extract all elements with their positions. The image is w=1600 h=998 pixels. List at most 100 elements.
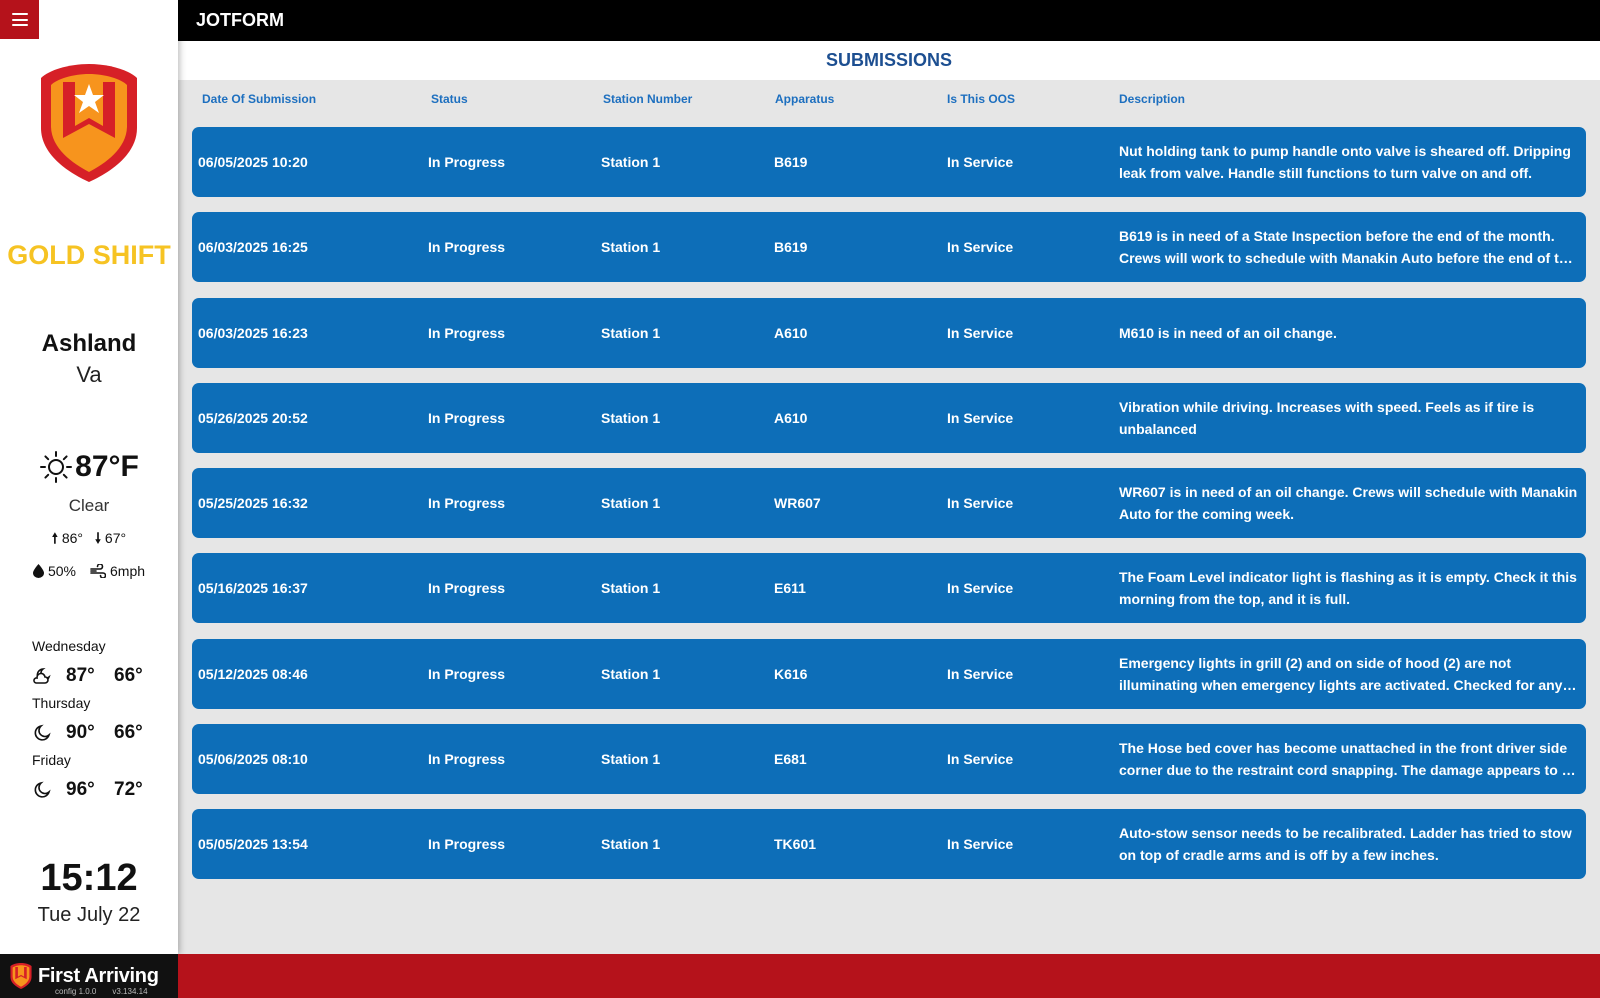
cell-description: B619 is in need of a State Inspection be…	[1119, 212, 1579, 282]
brand-name: First Arriving	[38, 964, 159, 987]
cell-description: Auto-stow sensor needs to be recalibrate…	[1119, 809, 1579, 879]
cell-status: In Progress	[428, 239, 506, 256]
description-text: Auto-stow sensor needs to be recalibrate…	[1119, 825, 1572, 864]
cell-oos: In Service	[947, 495, 1014, 512]
cell-date: 05/26/2025 20:52	[198, 409, 308, 426]
current-temperature: 87°F	[75, 450, 139, 483]
description-text: The Foam Level indicator light is flashi…	[1119, 569, 1577, 608]
cell-station: Station 1	[601, 154, 661, 170]
humidity-wind: 50% 6mph	[0, 563, 178, 579]
table-row[interactable]: 06/03/2025 16:23 In Progress Station 1 A610…	[192, 297, 1586, 368]
cell-status: In Progress	[428, 665, 506, 682]
moon-icon	[34, 781, 51, 798]
cell-date: 05/06/2025 08:10	[198, 751, 308, 768]
table-row[interactable]: 06/05/2025 10:20 In Progress Station 1 B619…	[192, 127, 1586, 197]
partly-cloudy-night-icon	[33, 667, 51, 684]
cell-station: Station 1	[601, 580, 661, 597]
table-row[interactable]: 05/12/2025 08:46 In Progress Station 1 K616…	[192, 638, 1586, 709]
cell-apparatus: TK601	[774, 836, 817, 853]
description-text: WR607 is in need of an oil change. Crews…	[1119, 484, 1578, 523]
cell-date: 05/25/2025 16:32	[198, 495, 308, 512]
forecast-day: Wednesday	[32, 638, 106, 654]
hamburger-icon	[11, 13, 28, 26]
forecast-low: 66°	[114, 721, 143, 743]
cell-oos: In Service	[947, 751, 1014, 768]
cell-oos: In Service	[947, 580, 1014, 597]
forecast-day: Friday	[32, 752, 71, 768]
cell-station: Station 1	[601, 665, 661, 682]
cell-status: In Progress	[428, 836, 506, 853]
column-header-station: Station Number	[603, 92, 693, 106]
cell-date: 05/16/2025 16:37	[198, 580, 308, 597]
cell-status: In Progress	[428, 154, 506, 170]
arrow-up-icon: 🠕	[51, 530, 58, 546]
state-name: Va	[76, 362, 102, 387]
cell-description: M610 is in need of an oil change.	[1119, 298, 1579, 368]
cell-apparatus: A610	[774, 324, 808, 341]
description-text: Nut holding tank to pump handle onto val…	[1119, 143, 1571, 181]
column-header-oos: Is This OOS	[947, 92, 1016, 106]
cell-apparatus: E611	[774, 580, 806, 597]
cell-station: Station 1	[601, 409, 661, 426]
forecast-row: 87° 66°	[32, 656, 162, 695]
column-header-status: Status	[431, 92, 468, 106]
table-row[interactable]: 05/26/2025 20:52 In Progress Station 1 A610…	[192, 382, 1586, 453]
forecast-high: 96°	[66, 778, 95, 800]
cell-date: 05/05/2025 13:54	[198, 836, 308, 853]
clock-time: 15:12	[40, 857, 138, 899]
brand-logo: First Arriving config 1.0.0 v3.134.14	[0, 954, 178, 998]
config-version: config 1.0.0	[55, 987, 97, 996]
cell-station: Station 1	[601, 324, 661, 341]
cell-status: In Progress	[428, 324, 506, 341]
hamburger-menu-button[interactable]	[0, 0, 39, 39]
cell-apparatus: B619	[774, 239, 808, 256]
cell-oos: In Service	[947, 154, 1014, 170]
table-row[interactable]: 05/16/2025 16:37 In Progress Station 1 E611…	[192, 553, 1586, 624]
cell-status: In Progress	[428, 580, 506, 597]
forecast-row: 96° 72°	[32, 770, 162, 809]
cell-date: 06/05/2025 10:20	[198, 154, 308, 170]
city-name: Ashland	[41, 330, 137, 357]
description-text: M610 is in need of an oil change.	[1119, 324, 1337, 341]
humidity-value: 50%	[47, 563, 76, 579]
table-row[interactable]: 05/25/2025 16:32 In Progress Station 1 WR60…	[192, 468, 1586, 539]
cell-apparatus: A610	[774, 409, 808, 426]
app-header: JOTFORM	[178, 0, 1600, 41]
forecast-day: Thursday	[32, 695, 91, 711]
page-header: SUBMISSIONS	[178, 41, 1600, 80]
cell-oos: In Service	[947, 836, 1014, 853]
table-row[interactable]: 05/06/2025 08:10 In Progress Station 1 E681…	[192, 724, 1586, 795]
table-row[interactable]: 06/03/2025 16:25 In Progress Station 1 B619…	[192, 212, 1586, 283]
cell-apparatus: WR607	[774, 495, 821, 512]
forecast-low: 66°	[114, 664, 143, 686]
forecast-row: 90° 66°	[32, 713, 162, 752]
cell-oos: In Service	[947, 665, 1014, 682]
high-temp: 86°	[61, 530, 83, 546]
table-row[interactable]: 05/05/2025 13:54 In Progress Station 1 TK60…	[192, 809, 1586, 880]
sun-icon	[40, 451, 73, 483]
column-header-apparatus: Apparatus	[775, 92, 835, 106]
cell-apparatus: E681	[774, 751, 807, 768]
cell-station: Station 1	[601, 495, 661, 512]
brand-shield-icon	[10, 963, 32, 989]
cell-description: The Hose bed cover has become unattached…	[1119, 724, 1579, 794]
table-header: Date Of Submission Status Station Number…	[192, 92, 1586, 110]
app-title: JOTFORM	[196, 10, 284, 30]
page-title: SUBMISSIONS	[825, 50, 953, 70]
footer-bar: First Arriving config 1.0.0 v3.134.14	[0, 954, 1600, 998]
moon-icon	[34, 724, 51, 741]
clock-date: Tue July 22	[37, 904, 141, 926]
droplet-icon	[32, 564, 44, 578]
cell-oos: In Service	[947, 239, 1014, 256]
cell-date: 05/12/2025 08:46	[198, 665, 308, 682]
weather-condition: Clear	[68, 496, 110, 515]
cell-oos: In Service	[947, 324, 1014, 341]
description-text: Vibration while driving. Increases with …	[1119, 398, 1535, 437]
cell-status: In Progress	[428, 495, 506, 512]
low-temp: 67°	[104, 530, 127, 546]
app-version: v3.134.14	[112, 987, 148, 996]
submissions-list: 06/05/2025 10:20 In Progress Station 1 B619…	[192, 127, 1586, 895]
wind-icon	[90, 564, 106, 578]
cell-status: In Progress	[428, 409, 506, 426]
description-text: The Hose bed cover has become unattached…	[1119, 740, 1578, 779]
